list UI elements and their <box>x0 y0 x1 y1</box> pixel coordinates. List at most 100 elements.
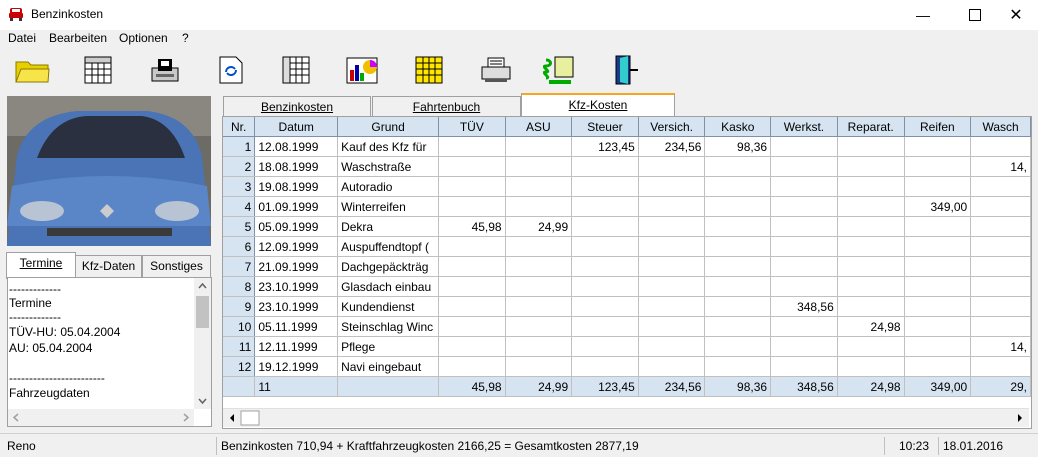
table-cell[interactable] <box>638 336 706 357</box>
table-cell[interactable] <box>704 276 772 297</box>
table-cell[interactable] <box>904 256 972 277</box>
row-number-cell[interactable]: 11 <box>223 336 256 357</box>
row-number-cell[interactable]: 7 <box>223 256 256 277</box>
row-number-cell[interactable]: 12 <box>223 356 256 377</box>
tab-sonstiges[interactable]: Sonstiges <box>142 255 211 278</box>
table-cell[interactable] <box>505 316 573 337</box>
table-cell[interactable]: 24,98 <box>837 316 905 337</box>
table-cell[interactable] <box>904 356 972 377</box>
table-cell[interactable]: Auspuffendtopf ( <box>337 236 440 257</box>
table-cell[interactable] <box>837 336 905 357</box>
table-cell[interactable]: 12.11.1999 <box>254 336 339 357</box>
notes-vertical-scrollbar[interactable] <box>194 278 211 409</box>
column-header[interactable]: Versich. <box>638 117 706 137</box>
column-header[interactable]: Reparat. <box>837 117 905 137</box>
table-cell[interactable] <box>970 316 1031 337</box>
table-cell[interactable] <box>505 196 573 217</box>
table-cell[interactable] <box>505 176 573 197</box>
table-cell[interactable] <box>837 156 905 177</box>
open-button[interactable] <box>12 52 52 88</box>
table-cell[interactable] <box>770 256 838 277</box>
table-cell[interactable] <box>438 136 506 157</box>
table-cell[interactable] <box>770 196 838 217</box>
exit-button[interactable] <box>605 52 645 88</box>
tab-benzinkosten[interactable]: Benzinkosten <box>223 96 371 117</box>
row-number-cell[interactable]: 8 <box>223 276 256 297</box>
table-cell[interactable]: Dachgepäckträg <box>337 256 440 277</box>
table-cell[interactable] <box>704 196 772 217</box>
table2-button[interactable] <box>276 52 316 88</box>
notes-horizontal-scrollbar[interactable] <box>8 409 194 426</box>
grid-horizontal-scrollbar[interactable] <box>223 408 1029 427</box>
table-cell[interactable] <box>505 276 573 297</box>
table-cell[interactable]: Glasdach einbau <box>337 276 440 297</box>
table-cell[interactable] <box>704 296 772 317</box>
table-cell[interactable] <box>837 136 905 157</box>
table-cell[interactable] <box>837 216 905 237</box>
table-cell[interactable]: 19.08.1999 <box>254 176 339 197</box>
column-header[interactable]: Reifen <box>904 117 972 137</box>
table-cell[interactable] <box>638 196 706 217</box>
table-cell[interactable] <box>970 276 1031 297</box>
column-header[interactable]: TÜV <box>438 117 506 137</box>
table-cell[interactable] <box>837 256 905 277</box>
table-cell[interactable] <box>571 356 639 377</box>
column-header[interactable]: Werkst. <box>770 117 838 137</box>
table-cell[interactable] <box>970 256 1031 277</box>
table-cell[interactable] <box>704 356 772 377</box>
table-cell[interactable]: 45,98 <box>438 216 506 237</box>
table-cell[interactable]: Dekra <box>337 216 440 237</box>
table-cell[interactable] <box>638 256 706 277</box>
table-cell[interactable]: Winterreifen <box>337 196 440 217</box>
table-cell[interactable] <box>571 176 639 197</box>
table-cell[interactable] <box>770 216 838 237</box>
row-number-cell[interactable]: 2 <box>223 156 256 177</box>
table-cell[interactable] <box>704 336 772 357</box>
table-row[interactable]: 4 01.09.1999 Winterreifen 349,00 <box>223 196 1031 217</box>
table-cell[interactable] <box>638 176 706 197</box>
table-cell[interactable] <box>904 336 972 357</box>
table-cell[interactable]: 01.09.1999 <box>254 196 339 217</box>
table-row[interactable]: 5 05.09.1999 Dekra 45,98 24,99 <box>223 216 1031 237</box>
table-cell[interactable] <box>770 316 838 337</box>
table-row[interactable]: 10 05.11.1999 Steinschlag Winc 24,98 <box>223 316 1031 337</box>
table-cell[interactable]: 12.09.1999 <box>254 236 339 257</box>
table-cell[interactable] <box>505 236 573 257</box>
table-cell[interactable] <box>837 276 905 297</box>
table-cell[interactable] <box>837 196 905 217</box>
table-cell[interactable] <box>571 276 639 297</box>
table-cell[interactable]: 98,36 <box>704 136 772 157</box>
table-cell[interactable]: Pflege <box>337 336 440 357</box>
table-cell[interactable]: Navi eingebaut <box>337 356 440 377</box>
table-cell[interactable] <box>505 156 573 177</box>
table-cell[interactable] <box>770 336 838 357</box>
row-number-cell[interactable]: 3 <box>223 176 256 197</box>
row-number-cell[interactable]: 1 <box>223 136 256 157</box>
export-button[interactable] <box>540 52 580 88</box>
table-cell[interactable] <box>571 296 639 317</box>
table-cell[interactable] <box>571 336 639 357</box>
table-cell[interactable] <box>970 236 1031 257</box>
table-cell[interactable] <box>438 156 506 177</box>
table-cell[interactable]: 21.09.1999 <box>254 256 339 277</box>
table-cell[interactable] <box>770 236 838 257</box>
table-cell[interactable] <box>904 276 972 297</box>
table-row[interactable]: 12 19.12.1999 Navi eingebaut <box>223 356 1031 377</box>
table-cell[interactable] <box>904 136 972 157</box>
table-row[interactable]: 11 12.11.1999 Pflege 14, <box>223 336 1031 357</box>
table-cell[interactable] <box>704 236 772 257</box>
table-cell[interactable] <box>837 356 905 377</box>
table-cell[interactable] <box>837 296 905 317</box>
table-cell[interactable] <box>438 336 506 357</box>
table-cell[interactable] <box>571 236 639 257</box>
table-cell[interactable] <box>638 156 706 177</box>
row-number-cell[interactable]: 9 <box>223 296 256 317</box>
table-cell[interactable]: 12.08.1999 <box>254 136 339 157</box>
table-cell[interactable] <box>970 196 1031 217</box>
column-header[interactable]: Steuer <box>571 117 639 137</box>
table-cell[interactable] <box>438 276 506 297</box>
table-cell[interactable] <box>638 276 706 297</box>
row-number-cell[interactable]: 5 <box>223 216 256 237</box>
table-cell[interactable] <box>904 316 972 337</box>
menu-bearbeiten[interactable]: Bearbeiten <box>49 31 107 45</box>
